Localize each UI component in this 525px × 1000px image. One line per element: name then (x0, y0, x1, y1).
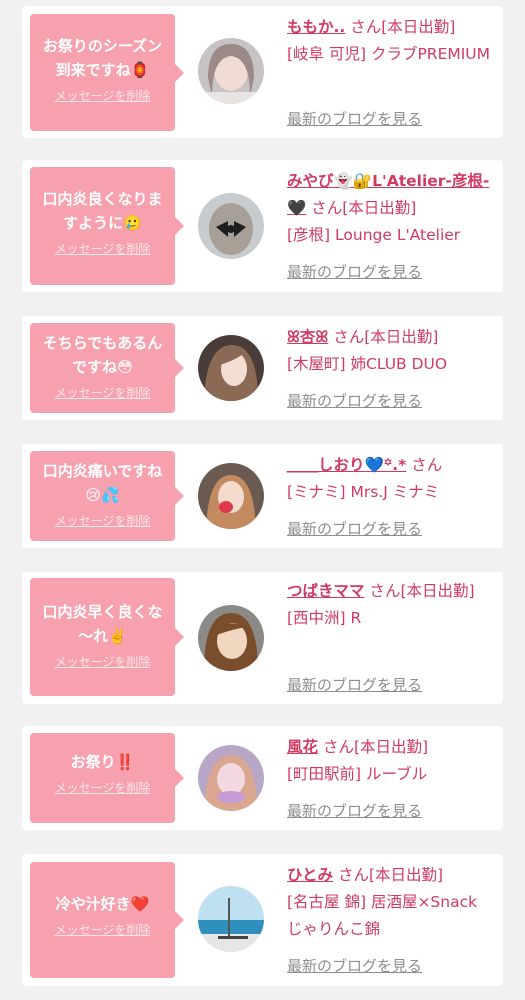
delete-message-link[interactable]: メッセージを削除 (36, 385, 169, 401)
sender-info: ＿＿しおり💙꙳.* さん [ミナミ] Mrs.J ミナミ (287, 452, 497, 506)
sender-shop: [名古屋 錦] 居酒屋×Snack じゃりんこ錦 (287, 893, 478, 938)
avatar[interactable] (198, 38, 264, 104)
message-card: そちらでもあるん ですね😳 メッセージを削除 ꕤ杏ꕤ さん[本日出勤] [木屋町… (22, 316, 503, 420)
message-bubble: 口内炎良くなりま すように🥲 メッセージを削除 (30, 167, 184, 285)
sender-shop: [岐阜 可児] クラブPREMIUM (287, 45, 491, 63)
message-card: 冷や汁好き❤️ メッセージを削除 ひとみ さん[本日出勤] [名古屋 錦] 居酒… (22, 854, 503, 986)
sender-suffix: さん[本日出勤] (311, 199, 417, 217)
sender-shop: [彦根] Lounge L'Atelier (287, 226, 461, 244)
message-text: 口内炎良くなりま すように🥲 (42, 190, 163, 232)
avatar[interactable] (198, 335, 264, 401)
avatar-photo (198, 335, 264, 401)
message-card: 口内炎良くなりま すように🥲 メッセージを削除 みやび👻🔐L'Atelier-彦… (22, 160, 503, 292)
avatar[interactable] (198, 463, 264, 529)
sender-name-link[interactable]: ひとみ (287, 866, 333, 884)
avatar-photo (198, 193, 264, 259)
message-text: 口内炎早く良くな 〜れ✌️ (42, 603, 163, 645)
latest-blog-link[interactable]: 最新のブログを見る (287, 108, 422, 129)
sender-shop: [西中洲] R (287, 609, 362, 627)
sender-name-link[interactable]: ꕤ杏ꕤ (287, 328, 328, 346)
sender-name-link[interactable]: 風花 (287, 738, 318, 756)
sender-info: ひとみ さん[本日出勤] [名古屋 錦] 居酒屋×Snack じゃりんこ錦 (287, 862, 497, 943)
latest-blog-link[interactable]: 最新のブログを見る (287, 800, 422, 821)
message-bubble: 口内炎痛いですね 😢💦 メッセージを削除 (30, 451, 184, 541)
sender-suffix: さん[本日出勤] (322, 738, 429, 756)
latest-blog-link[interactable]: 最新のブログを見る (287, 518, 422, 539)
avatar-photo (198, 463, 264, 529)
delete-message-link[interactable]: メッセージを削除 (36, 780, 169, 796)
message-card: お祭りのシーズン 到来ですね🏮 メッセージを削除 ももか.. さん[本日出勤] … (22, 6, 503, 138)
sender-info: ꕤ杏ꕤ さん[本日出勤] [木屋町] 姉CLUB DUO (287, 324, 497, 378)
delete-message-link[interactable]: メッセージを削除 (36, 922, 169, 938)
message-text: 冷や汁好き❤️ (55, 895, 150, 913)
sender-shop: [町田駅前] ルーブル (287, 765, 428, 783)
message-feed: お祭りのシーズン 到来ですね🏮 メッセージを削除 ももか.. さん[本日出勤] … (0, 0, 525, 1000)
avatar-photo (198, 38, 264, 104)
sender-suffix: さん[本日出勤] (333, 328, 439, 346)
message-bubble: 口内炎早く良くな 〜れ✌️ メッセージを削除 (30, 578, 184, 696)
latest-blog-link[interactable]: 最新のブログを見る (287, 674, 422, 695)
message-text: お祭りのシーズン 到来ですね🏮 (42, 37, 163, 79)
sender-shop: [ミナミ] Mrs.J ミナミ (287, 483, 440, 501)
message-bubble: 冷や汁好き❤️ メッセージを削除 (30, 862, 184, 978)
sender-info: みやび👻🔐L'Atelier-彦根-🖤 さん[本日出勤] [彦根] Lounge… (287, 168, 497, 249)
sender-name-link[interactable]: ももか.. (287, 18, 345, 36)
avatar[interactable] (198, 193, 264, 259)
sender-suffix: さん[本日出勤] (369, 582, 475, 600)
message-card: お祭り‼️ メッセージを削除 風花 さん[本日出勤] [町田駅前] ルーブル 最… (22, 726, 503, 830)
avatar[interactable] (198, 886, 264, 952)
message-card: 口内炎痛いですね 😢💦 メッセージを削除 ＿＿しおり💙꙳.* さん [ミナミ] … (22, 444, 503, 548)
message-card: 口内炎早く良くな 〜れ✌️ メッセージを削除 つばきママ さん[本日出勤] [西… (22, 572, 503, 704)
message-bubble: お祭り‼️ メッセージを削除 (30, 733, 184, 823)
avatar-photo (198, 605, 264, 671)
delete-message-link[interactable]: メッセージを削除 (36, 88, 169, 104)
sender-info: ももか.. さん[本日出勤] [岐阜 可児] クラブPREMIUM (287, 14, 497, 68)
message-text: そちらでもあるん ですね😳 (42, 334, 163, 376)
delete-message-link[interactable]: メッセージを削除 (36, 241, 169, 257)
sender-suffix: さん (411, 456, 443, 474)
latest-blog-link[interactable]: 最新のブログを見る (287, 955, 422, 976)
avatar[interactable] (198, 745, 264, 811)
message-bubble: お祭りのシーズン 到来ですね🏮 メッセージを削除 (30, 14, 184, 131)
sender-suffix: さん[本日出勤] (337, 866, 444, 884)
delete-message-link[interactable]: メッセージを削除 (36, 513, 169, 529)
message-bubble: そちらでもあるん ですね😳 メッセージを削除 (30, 323, 184, 413)
latest-blog-link[interactable]: 最新のブログを見る (287, 261, 422, 282)
avatar-photo (198, 886, 264, 952)
sender-suffix: さん[本日出勤] (350, 18, 456, 36)
sender-name-link[interactable]: つばきママ (287, 582, 365, 600)
sender-name-link[interactable]: ＿＿しおり💙꙳.* (287, 456, 406, 474)
delete-message-link[interactable]: メッセージを削除 (36, 654, 169, 670)
message-text: 口内炎痛いですね 😢💦 (42, 462, 163, 504)
avatar[interactable] (198, 605, 264, 671)
avatar-photo (198, 745, 264, 811)
sender-shop: [木屋町] 姉CLUB DUO (287, 355, 448, 373)
message-text: お祭り‼️ (70, 753, 135, 771)
latest-blog-link[interactable]: 最新のブログを見る (287, 390, 422, 411)
sender-info: 風花 さん[本日出勤] [町田駅前] ルーブル (287, 734, 497, 788)
sender-info: つばきママ さん[本日出勤] [西中洲] R (287, 578, 497, 632)
